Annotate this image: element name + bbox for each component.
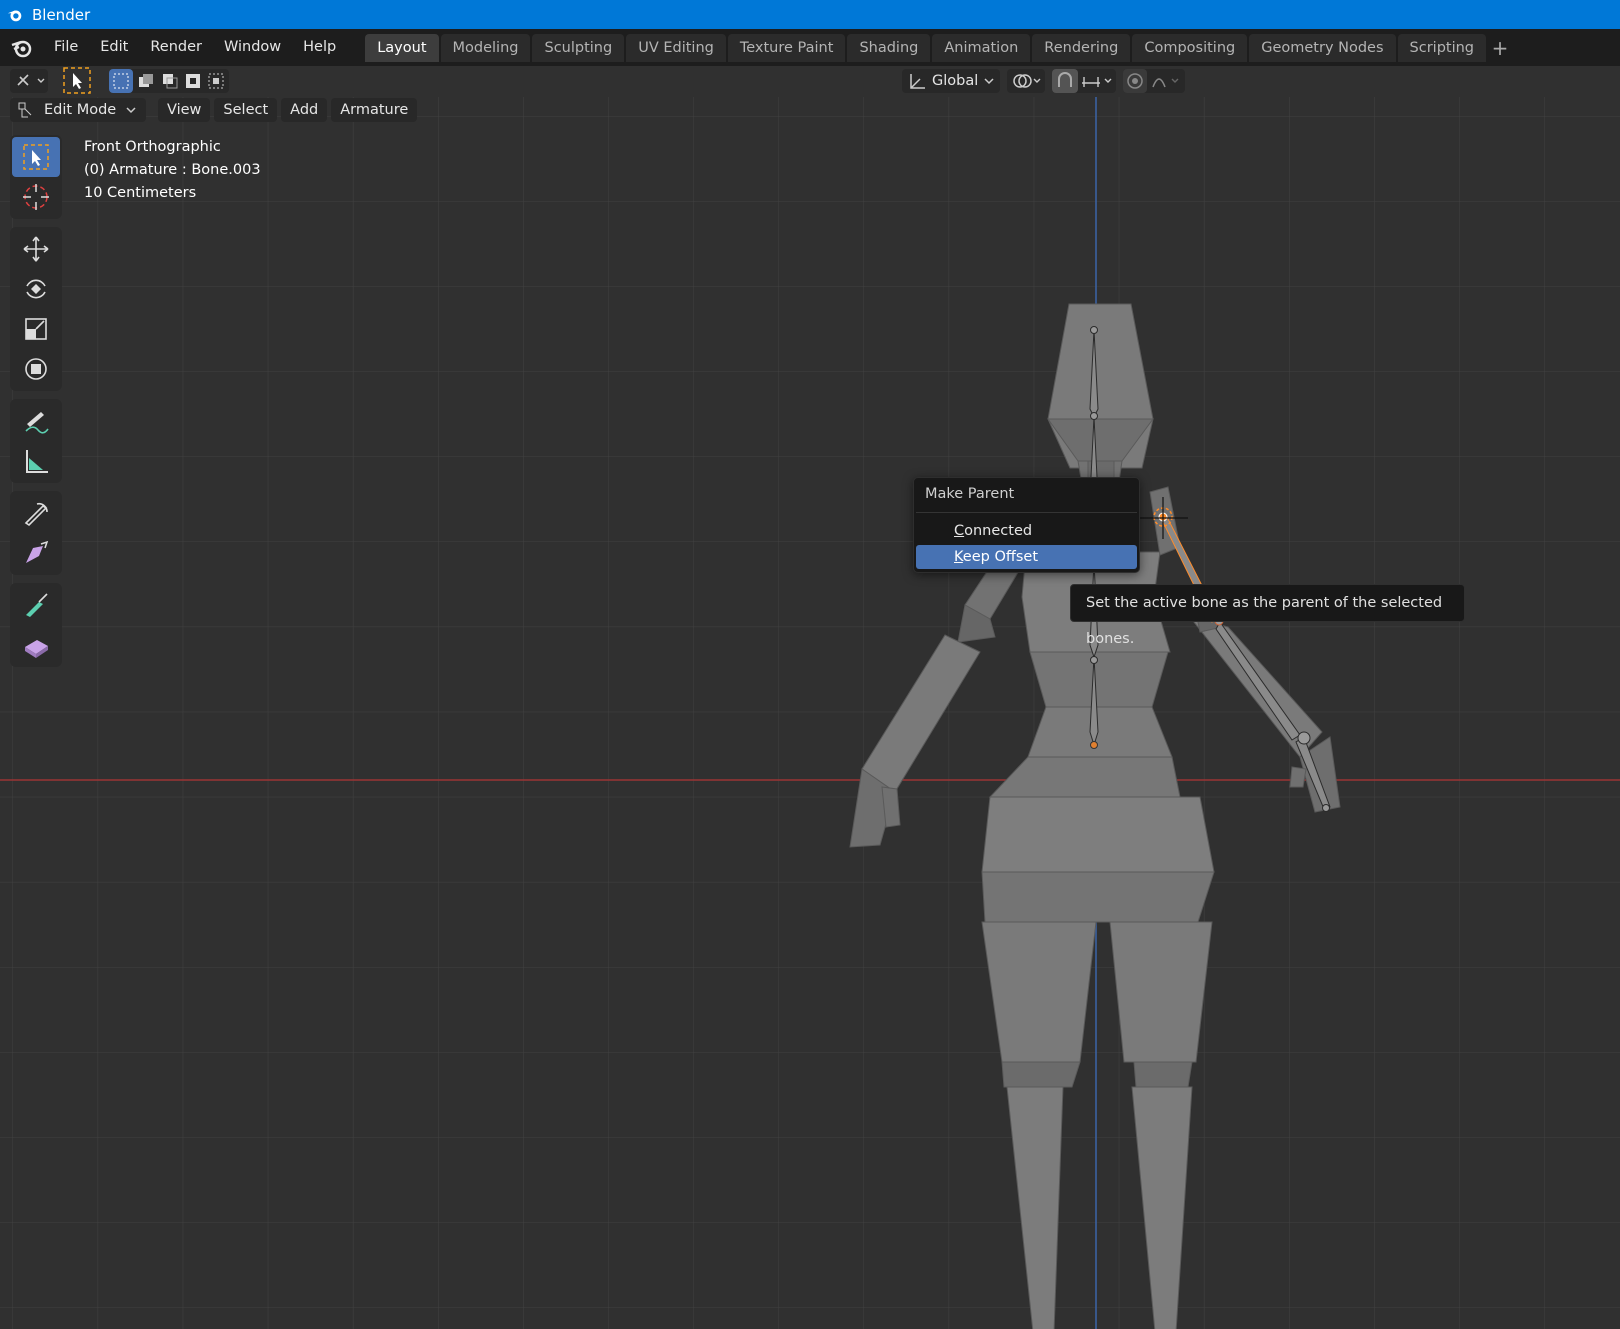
proportional-editing-icon bbox=[1123, 69, 1179, 93]
view-name: Front Orthographic bbox=[84, 139, 221, 155]
tool-measure[interactable] bbox=[12, 441, 60, 481]
select-box-icon bbox=[23, 144, 49, 170]
tool-scale[interactable] bbox=[12, 309, 60, 349]
window-title: Blender bbox=[32, 5, 91, 24]
tool-shelf bbox=[10, 135, 62, 675]
snapping-group[interactable] bbox=[1052, 69, 1116, 93]
editor-type-button[interactable] bbox=[10, 69, 48, 93]
window-titlebar: Blender bbox=[0, 0, 1620, 29]
tool-bone-envelope[interactable] bbox=[12, 625, 60, 665]
menu-separator bbox=[916, 512, 1137, 513]
armature-edit-icon bbox=[18, 102, 32, 118]
editor-type-icon bbox=[17, 74, 45, 86]
tool-header: Global bbox=[0, 66, 1620, 97]
tab-geometry-nodes[interactable]: Geometry Nodes bbox=[1249, 33, 1396, 62]
orientation-axes-icon bbox=[910, 74, 925, 89]
tool-move[interactable] bbox=[12, 229, 60, 269]
menu-view[interactable]: View bbox=[158, 98, 211, 122]
menu-title: Make Parent bbox=[925, 486, 1015, 502]
tool-rotate[interactable] bbox=[12, 269, 60, 309]
menu-help[interactable]: Help bbox=[292, 29, 347, 66]
connected-rest: onnected bbox=[964, 523, 1033, 539]
menu-select[interactable]: Select bbox=[214, 98, 278, 122]
annotate-tools bbox=[10, 399, 62, 483]
tab-sculpting[interactable]: Sculpting bbox=[532, 33, 625, 62]
tool-annotate[interactable] bbox=[12, 401, 60, 441]
tool-select-box[interactable] bbox=[12, 137, 60, 177]
bone-roll-icon bbox=[24, 502, 48, 527]
move-icon bbox=[23, 236, 49, 262]
chevron-down-icon bbox=[984, 78, 994, 85]
tab-shading[interactable]: Shading bbox=[847, 33, 931, 62]
chevron-down-icon bbox=[126, 107, 136, 114]
mode-label: Edit Mode bbox=[44, 102, 117, 118]
annotate-icon bbox=[25, 412, 49, 434]
transform-tools bbox=[10, 227, 62, 391]
menu-add[interactable]: Add bbox=[281, 98, 328, 122]
bone-tools bbox=[10, 491, 62, 575]
tab-scripting[interactable]: Scripting bbox=[1397, 33, 1487, 62]
extrude-icon bbox=[26, 593, 48, 617]
menu-window[interactable]: Window bbox=[213, 29, 292, 66]
tool-bone-size[interactable] bbox=[12, 533, 60, 573]
tool-extrude[interactable] bbox=[12, 585, 60, 625]
keep-offset-mnemonic: K bbox=[954, 549, 963, 565]
viewport-overlay-info: Front Orthographic (0) Armature : Bone.0… bbox=[84, 136, 261, 205]
tab-rendering[interactable]: Rendering bbox=[1032, 33, 1131, 62]
menu-armature[interactable]: Armature bbox=[331, 98, 418, 122]
viewport-header: Edit Mode View Select Add Armature bbox=[10, 98, 418, 124]
menu-render[interactable]: Render bbox=[139, 29, 213, 66]
scale-icon bbox=[25, 318, 47, 340]
make-parent-menu: Make Parent Connected Keep Offset bbox=[913, 477, 1140, 573]
selection-mode-group bbox=[109, 69, 229, 93]
active-object-info: (0) Armature : Bone.003 bbox=[84, 162, 261, 178]
extrude-tools bbox=[10, 583, 62, 667]
menu-item-keep-offset[interactable]: Keep Offset bbox=[916, 545, 1137, 569]
orientation-label: Global bbox=[932, 73, 979, 89]
grid-scale: 10 Centimeters bbox=[84, 185, 197, 201]
add-workspace-button[interactable]: + bbox=[1488, 35, 1512, 61]
envelope-icon bbox=[25, 640, 48, 658]
3d-viewport[interactable] bbox=[0, 97, 1620, 1329]
tool-cursor[interactable] bbox=[12, 177, 60, 217]
tab-compositing[interactable]: Compositing bbox=[1132, 33, 1248, 62]
workspace-tabs: Layout Modeling Sculpting UV Editing Tex… bbox=[365, 29, 1512, 66]
keep-offset-rest: eep Offset bbox=[962, 549, 1039, 565]
bone-size-icon bbox=[26, 540, 49, 563]
tool-transform[interactable] bbox=[12, 349, 60, 389]
snap-icon bbox=[1052, 69, 1112, 93]
tab-uv-editing[interactable]: UV Editing bbox=[626, 33, 726, 62]
proportional-editing-group[interactable] bbox=[1123, 69, 1185, 93]
cursor-icon bbox=[23, 184, 49, 210]
active-tool-button[interactable] bbox=[62, 66, 92, 95]
menu-edit[interactable]: Edit bbox=[89, 29, 139, 66]
selection-mode-icons[interactable] bbox=[109, 69, 229, 93]
blender-logo-icon bbox=[7, 10, 22, 21]
top-bar: File Edit Render Window Help Layout Mode… bbox=[0, 29, 1620, 66]
pivot-icon bbox=[1013, 74, 1041, 88]
tooltip: Set the active bone as the parent of the… bbox=[1070, 584, 1465, 647]
menu-file[interactable]: File bbox=[43, 29, 89, 66]
menu-item-connected[interactable]: Connected bbox=[916, 519, 1137, 543]
transform-orientation-dropdown[interactable]: Global bbox=[902, 69, 1000, 93]
rotate-icon bbox=[26, 279, 46, 299]
connected-mnemonic: C bbox=[954, 523, 965, 539]
blender-menu-icon[interactable] bbox=[9, 35, 35, 61]
mode-dropdown[interactable]: Edit Mode bbox=[10, 98, 146, 122]
transform-icon bbox=[25, 358, 47, 380]
tab-animation[interactable]: Animation bbox=[932, 33, 1031, 62]
select-tools bbox=[10, 135, 62, 219]
tool-roll[interactable] bbox=[12, 493, 60, 533]
tab-layout[interactable]: Layout bbox=[365, 33, 439, 62]
measure-icon bbox=[26, 450, 48, 473]
tab-modeling[interactable]: Modeling bbox=[440, 33, 531, 62]
pivot-point-dropdown[interactable] bbox=[1007, 69, 1045, 93]
select-box-icon bbox=[63, 67, 91, 94]
tab-texture-paint[interactable]: Texture Paint bbox=[727, 33, 846, 62]
viewport-scene bbox=[0, 97, 1620, 1329]
